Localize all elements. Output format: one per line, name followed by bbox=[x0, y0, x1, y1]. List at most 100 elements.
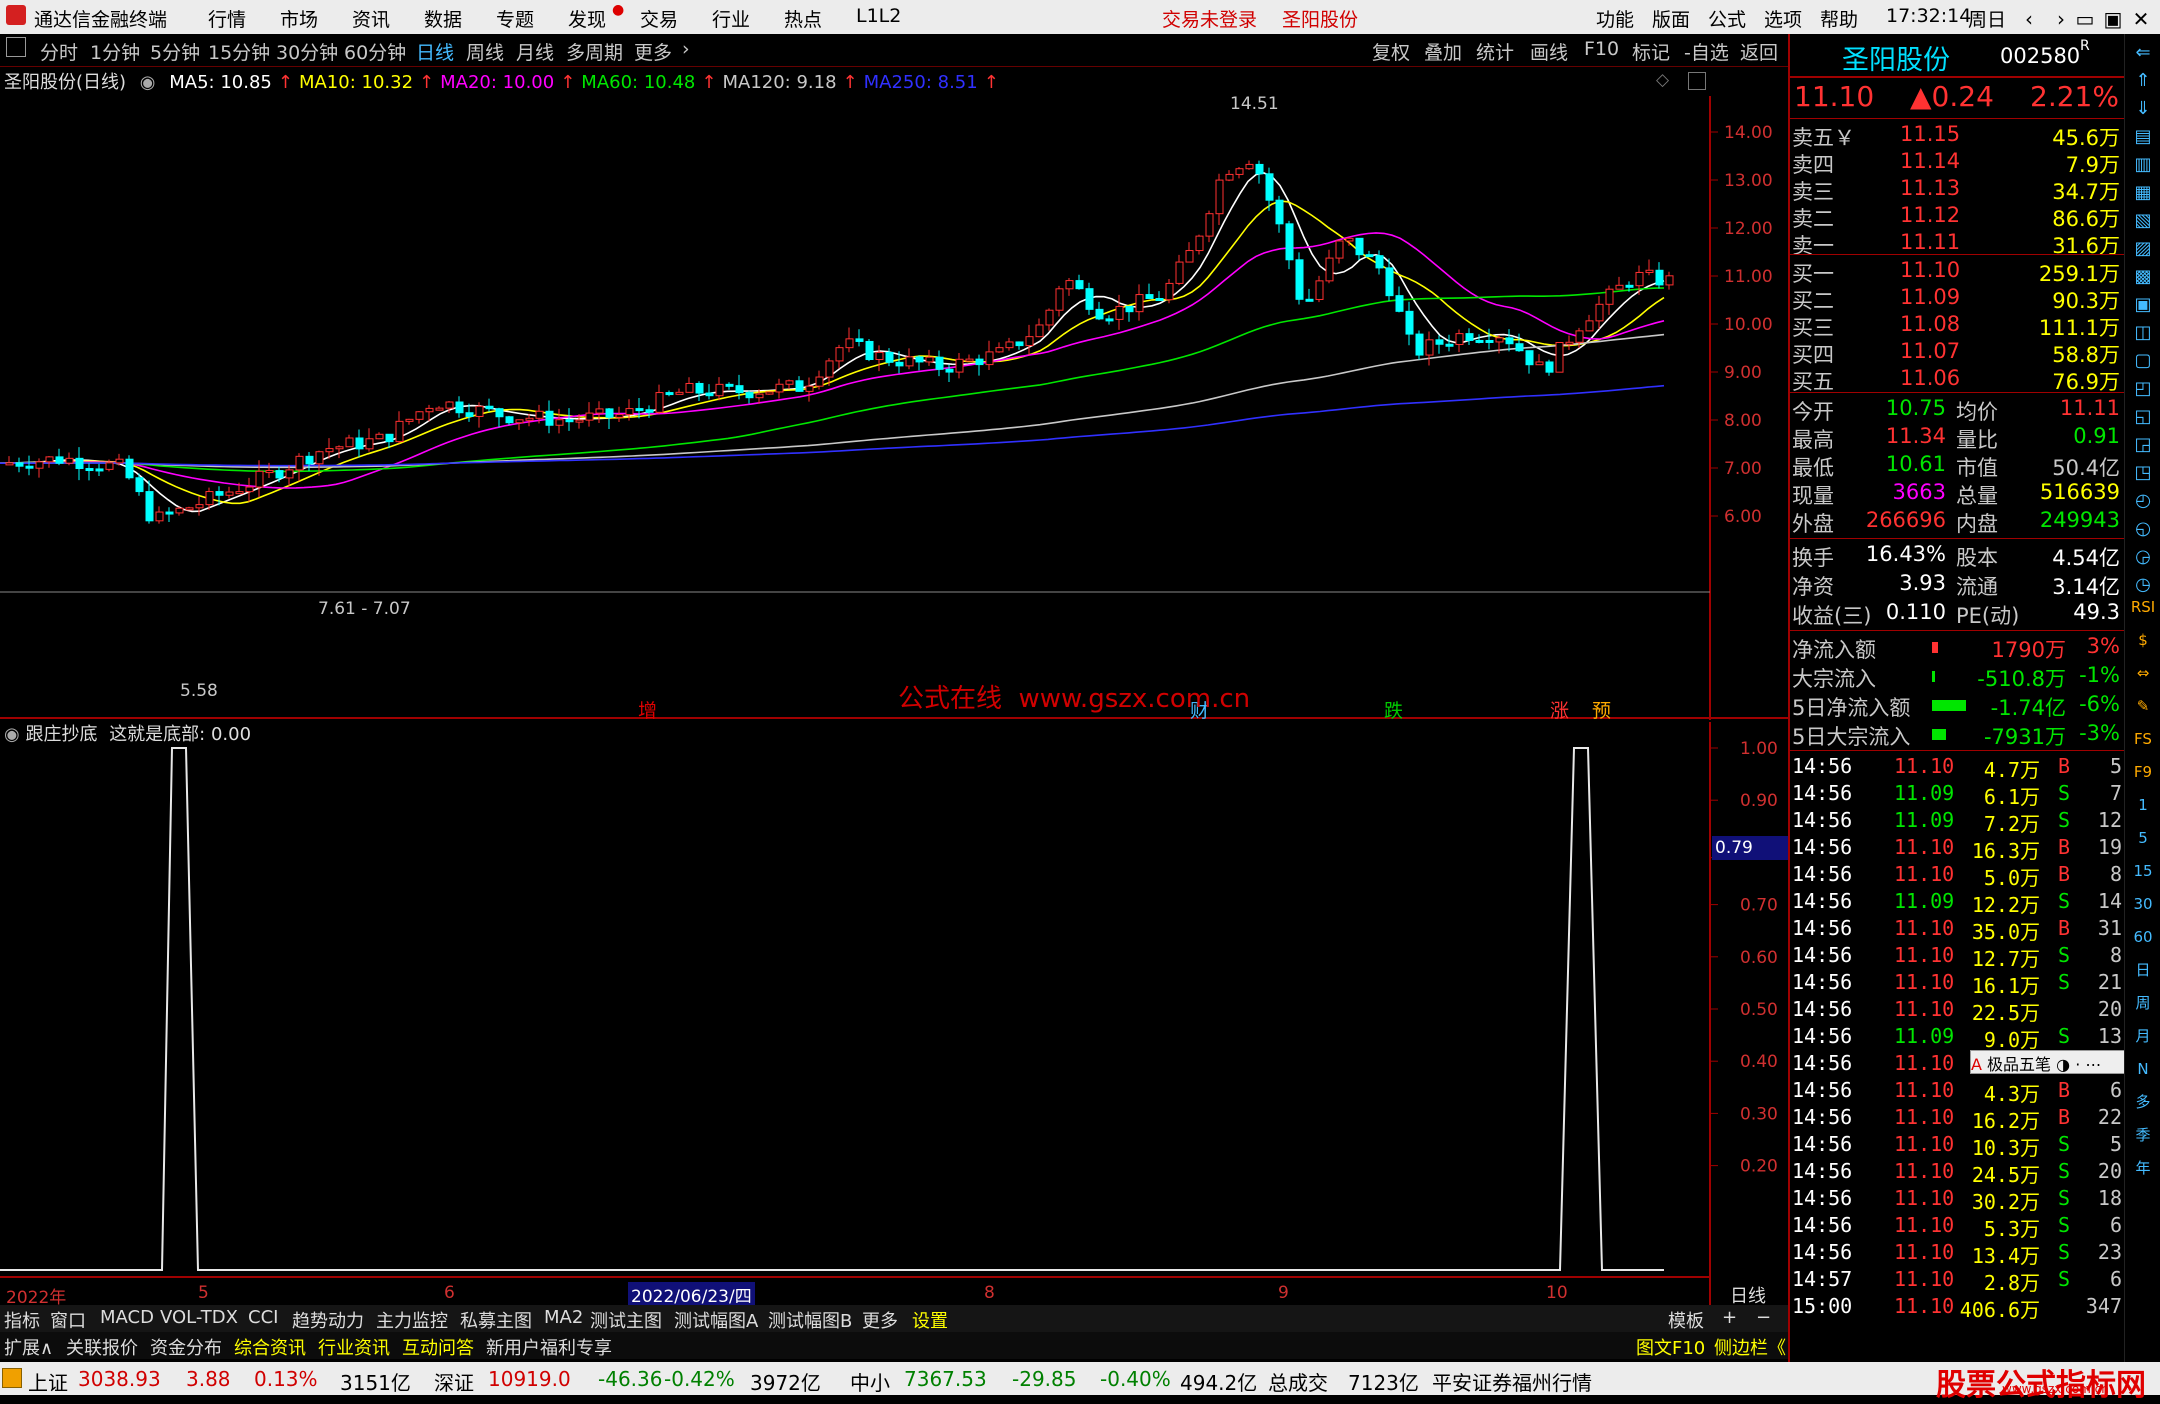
side-period-button[interactable]: 年 bbox=[2130, 1155, 2156, 1181]
side-tool-icon[interactable]: ◵ bbox=[2130, 516, 2156, 542]
minimize-icon[interactable]: ▭ bbox=[2070, 5, 2100, 33]
side-period-button[interactable]: RSI bbox=[2130, 594, 2156, 620]
side-period-button[interactable]: 1 bbox=[2130, 792, 2156, 818]
tab-zijinfenbu[interactable]: 资金分布 bbox=[150, 1334, 222, 1360]
menu-shuju[interactable]: 数据 bbox=[424, 5, 462, 32]
tab-zhulijiankong[interactable]: 主力监控 bbox=[376, 1307, 448, 1333]
tab-template[interactable]: 模板 bbox=[1668, 1307, 1704, 1333]
period-weekly[interactable]: 周线 bbox=[466, 38, 504, 65]
trade-row[interactable]: 14:56 11.10 4.7万 B 5 bbox=[1790, 754, 2126, 782]
menu-zixun[interactable]: 资讯 bbox=[352, 5, 390, 32]
ask-row[interactable]: 卖一 11.11 31.6万 bbox=[1790, 230, 2126, 258]
side-tool-icon[interactable]: ⇐ bbox=[2130, 40, 2156, 66]
trade-row[interactable]: 14:56 11.10 24.5万 S 20 bbox=[1790, 1159, 2126, 1187]
tab-ceshizhutu[interactable]: 测试主图 bbox=[590, 1307, 662, 1333]
tab-hudongwenda[interactable]: 互动问答 bbox=[402, 1334, 474, 1360]
tab-xinyonghu[interactable]: 新用户福利专享 bbox=[486, 1334, 612, 1360]
trade-row[interactable]: 14:56 11.10 16.3万 B 19 bbox=[1790, 835, 2126, 863]
trade-row[interactable]: 14:56 11.09 7.2万 S 12 bbox=[1790, 808, 2126, 836]
period-15min[interactable]: 15分钟 bbox=[208, 38, 270, 65]
ime-popup[interactable]: A 极品五笔 ◑ · ⋯ bbox=[1970, 1050, 2126, 1074]
side-period-button[interactable]: 月 bbox=[2130, 1023, 2156, 1049]
indicator-chart[interactable]: 1.00 0.90 0.70 0.60 0.50 0.40 0.30 0.20 bbox=[0, 722, 1788, 1326]
trade-row[interactable]: 14:56 11.10 22.5万 20 bbox=[1790, 997, 2126, 1025]
event-marker-yu[interactable]: 预 bbox=[1592, 696, 1611, 723]
side-tool-icon[interactable]: ⇑ bbox=[2130, 68, 2156, 94]
period-30min[interactable]: 30分钟 bbox=[276, 38, 338, 65]
period-daily[interactable]: 日线 bbox=[416, 38, 454, 65]
menu-faxian[interactable]: 发现 bbox=[568, 5, 606, 32]
chevron-right-icon[interactable]: › bbox=[682, 38, 690, 60]
side-tool-icon[interactable]: ▤ bbox=[2130, 124, 2156, 150]
trade-row[interactable]: 14:56 11.10 12.7万 S 8 bbox=[1790, 943, 2126, 971]
menu-gongneng[interactable]: 功能 bbox=[1596, 5, 1634, 32]
side-period-button[interactable]: 多 bbox=[2130, 1089, 2156, 1115]
diamond-icon[interactable]: ◇ bbox=[1656, 70, 1669, 90]
menu-gongshi[interactable]: 公式 bbox=[1708, 5, 1746, 32]
side-period-button[interactable]: 60 bbox=[2130, 924, 2156, 950]
tab-kuozhan[interactable]: 扩展∧ bbox=[4, 1334, 53, 1360]
tab-vol-tdx[interactable]: VOL-TDX bbox=[160, 1307, 238, 1328]
trade-row[interactable]: 14:56 11.10 5.3万 S 6 bbox=[1790, 1213, 2126, 1241]
period-1min[interactable]: 1分钟 bbox=[90, 38, 140, 65]
tab-gengduo[interactable]: 更多 bbox=[862, 1307, 898, 1333]
menu-hangqing[interactable]: 行情 bbox=[208, 5, 246, 32]
close-icon[interactable]: ✕ bbox=[2126, 5, 2156, 33]
side-tool-icon[interactable]: ▥ bbox=[2130, 152, 2156, 178]
side-period-button[interactable]: 15 bbox=[2130, 858, 2156, 884]
ask-row[interactable]: 卖二 11.12 86.6万 bbox=[1790, 203, 2126, 231]
tool-huaxian[interactable]: 画线 bbox=[1530, 38, 1568, 65]
side-tool-icon[interactable]: ▢ bbox=[2130, 348, 2156, 374]
tab-guanlianbaojia[interactable]: 关联报价 bbox=[66, 1334, 138, 1360]
remove-panel-button[interactable]: − bbox=[1756, 1307, 1771, 1328]
period-multi[interactable]: 多周期 bbox=[566, 38, 623, 65]
period-60min[interactable]: 60分钟 bbox=[344, 38, 406, 65]
side-tool-icon[interactable]: ▨ bbox=[2130, 236, 2156, 262]
trade-row[interactable]: 14:57 11.10 2.8万 S 6 bbox=[1790, 1267, 2126, 1295]
tab-zonghezixun[interactable]: 综合资讯 bbox=[234, 1334, 306, 1360]
menu-redian[interactable]: 热点 bbox=[784, 5, 822, 32]
tool-biaoji[interactable]: 标记 bbox=[1632, 38, 1670, 65]
tab-chuangkou[interactable]: 窗口 bbox=[50, 1307, 86, 1333]
tool-zixuan[interactable]: -自选 bbox=[1684, 38, 1729, 65]
tab-ma2[interactable]: MA2 bbox=[544, 1307, 583, 1328]
tab-shezhi[interactable]: 设置 bbox=[912, 1307, 948, 1333]
tab-simuzhutu[interactable]: 私募主图 bbox=[460, 1307, 532, 1333]
menu-zhuanti[interactable]: 专题 bbox=[496, 5, 534, 32]
trade-row[interactable]: 14:56 11.10 16.1万 S 21 bbox=[1790, 970, 2126, 998]
tab-qushidongli[interactable]: 趋势动力 bbox=[292, 1307, 364, 1333]
side-period-button[interactable]: ⇔ bbox=[2130, 660, 2156, 686]
trade-row[interactable]: 14:56 11.10 30.2万 S 18 bbox=[1790, 1186, 2126, 1214]
bid-row[interactable]: 买三 11.08 111.1万 bbox=[1790, 312, 2126, 340]
trade-row[interactable]: 14:56 11.09 12.2万 S 14 bbox=[1790, 889, 2126, 917]
side-period-button[interactable]: F9 bbox=[2130, 759, 2156, 785]
back-arrow-icon[interactable]: ‹ bbox=[2014, 5, 2044, 33]
status-item[interactable]: 平安证券福州行情 bbox=[1432, 1367, 1592, 1396]
trade-row[interactable]: 14:56 11.09 6.1万 S 7 bbox=[1790, 781, 2126, 809]
trade-row[interactable]: 15:00 11.10 406.6万 347 bbox=[1790, 1294, 2126, 1322]
menu-shichang[interactable]: 市场 bbox=[280, 5, 318, 32]
tool-tongji[interactable]: 统计 bbox=[1476, 38, 1514, 65]
tab-cebianlan[interactable]: 侧边栏《 bbox=[1714, 1334, 1786, 1360]
bid-row[interactable]: 买四 11.07 58.8万 bbox=[1790, 339, 2126, 367]
side-tool-icon[interactable]: ◰ bbox=[2130, 376, 2156, 402]
toggle-panel-icon[interactable] bbox=[6, 37, 26, 57]
trade-row[interactable]: 14:56 11.10 4.3万 B 6 bbox=[1790, 1078, 2126, 1106]
trade-row[interactable]: 14:56 11.10 10.3万 S 5 bbox=[1790, 1132, 2126, 1160]
period-monthly[interactable]: 月线 bbox=[516, 38, 554, 65]
period-more[interactable]: 更多 bbox=[634, 38, 672, 65]
side-tool-icon[interactable]: ▩ bbox=[2130, 264, 2156, 290]
side-tool-icon[interactable]: ◫ bbox=[2130, 320, 2156, 346]
tab-ceshifutu-a[interactable]: 测试幅图A bbox=[674, 1307, 758, 1333]
tab-tuwen-f10[interactable]: 图文F10 bbox=[1636, 1334, 1705, 1360]
ask-row[interactable]: 卖四 11.14 7.9万 bbox=[1790, 149, 2126, 177]
side-tool-icon[interactable]: ◲ bbox=[2130, 432, 2156, 458]
menu-banmian[interactable]: 版面 bbox=[1652, 5, 1690, 32]
trade-status[interactable]: 交易未登录 bbox=[1162, 5, 1257, 32]
side-tool-icon[interactable]: ◴ bbox=[2130, 488, 2156, 514]
menu-hangye[interactable]: 行业 bbox=[712, 5, 750, 32]
side-period-button[interactable]: ✎ bbox=[2130, 693, 2156, 719]
restore-icon[interactable]: ▣ bbox=[2098, 5, 2128, 33]
tab-cci[interactable]: CCI bbox=[248, 1307, 278, 1328]
tool-diejia[interactable]: 叠加 bbox=[1424, 38, 1462, 65]
